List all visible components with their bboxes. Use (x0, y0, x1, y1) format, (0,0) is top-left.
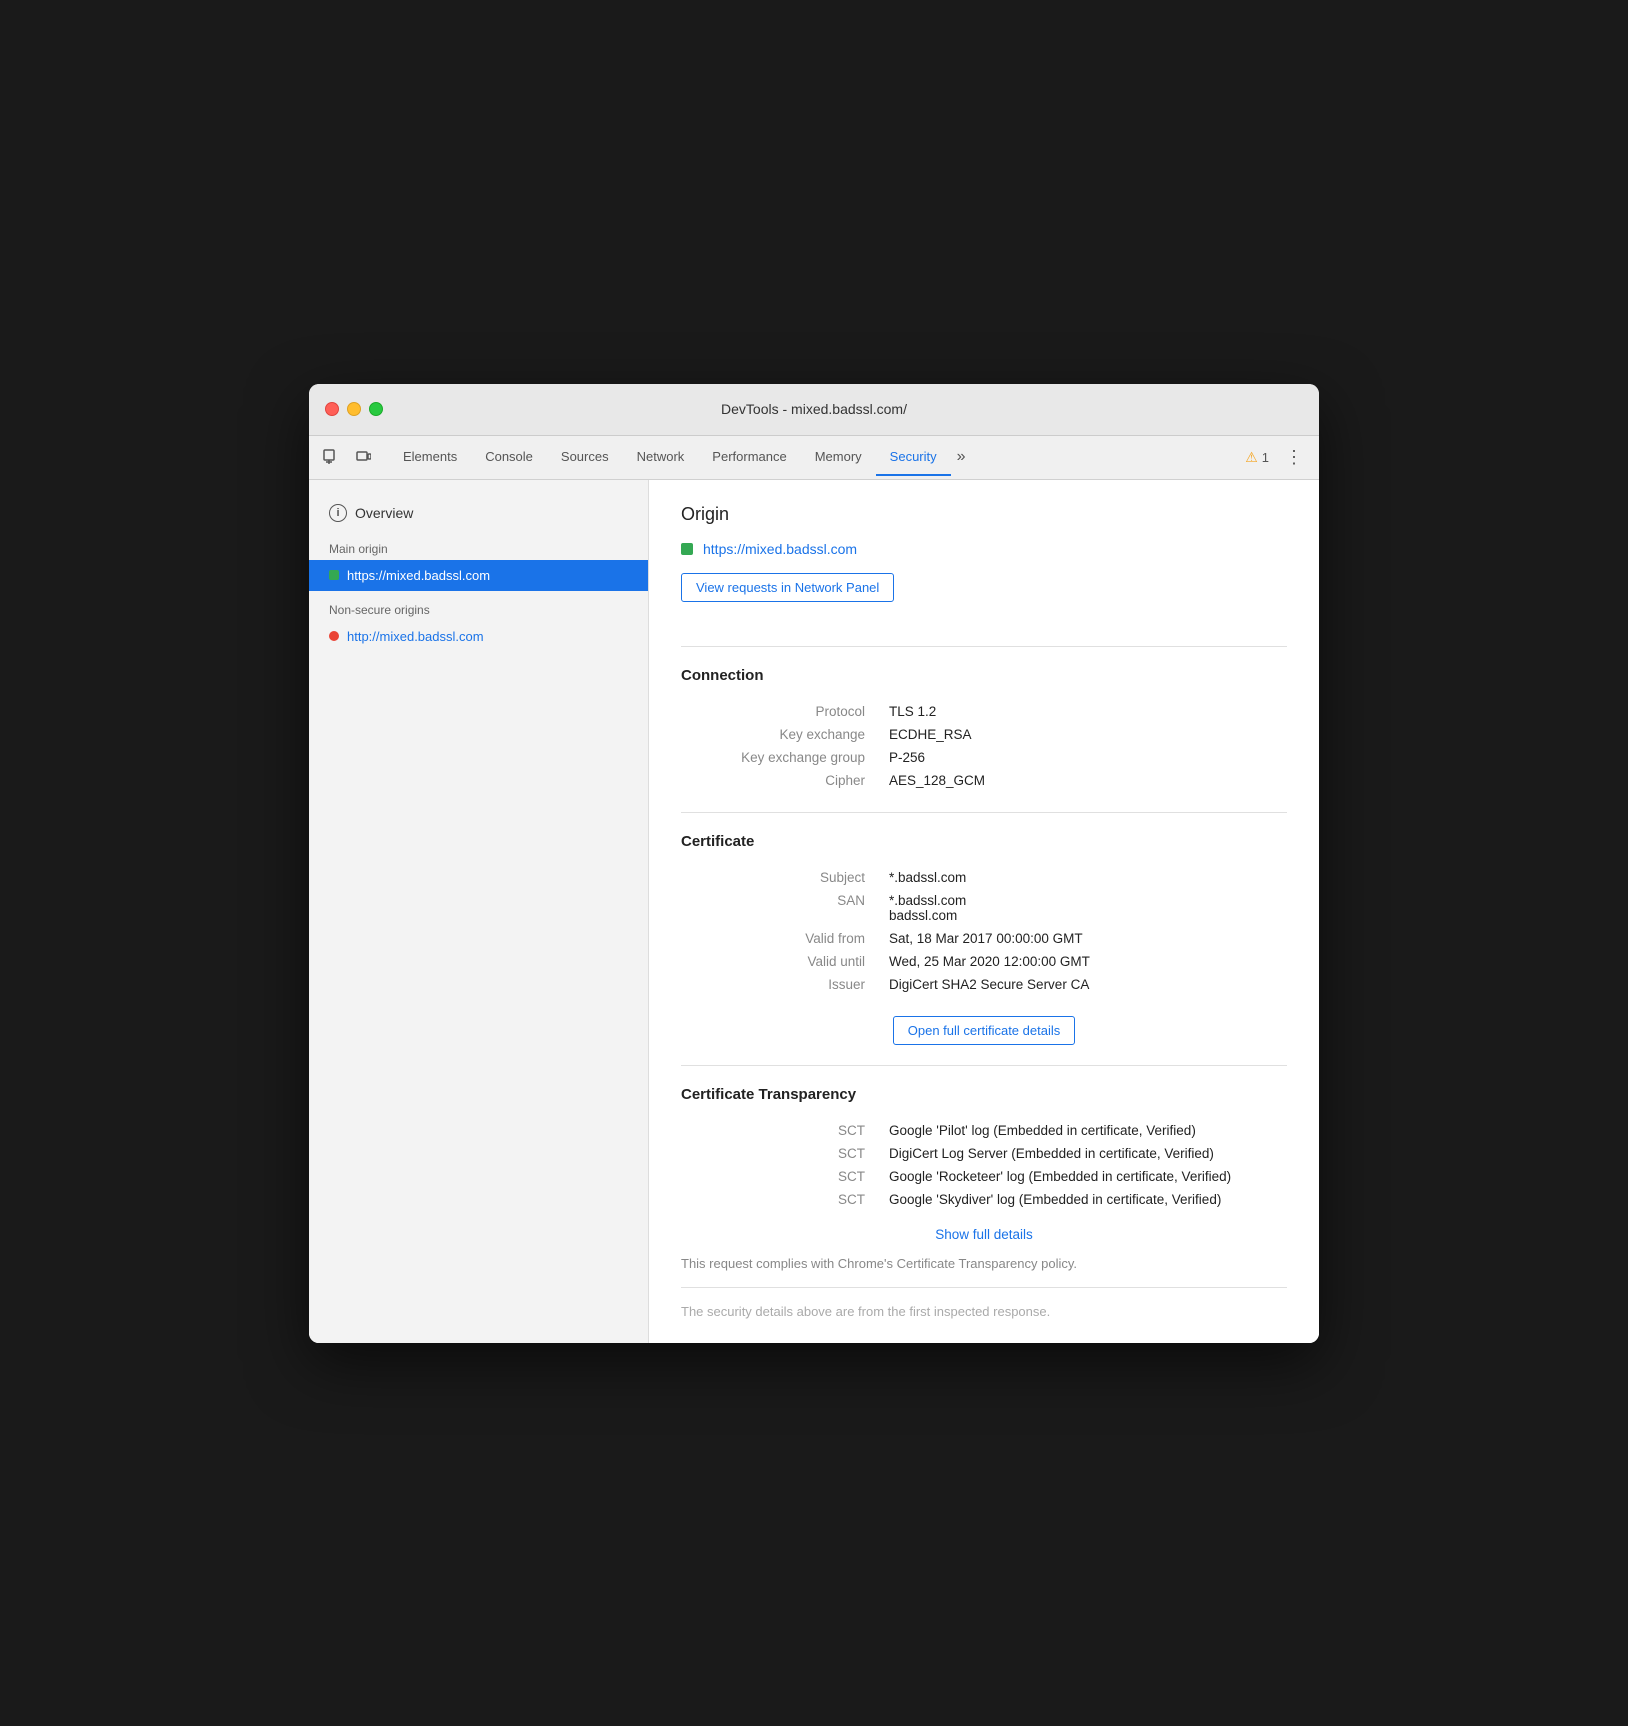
show-full-details-link[interactable]: Show full details (935, 1227, 1033, 1242)
cipher-label: Cipher (681, 769, 881, 792)
devtools-body: i Overview Main origin https://mixed.bad… (309, 480, 1319, 1343)
cipher-value: AES_128_GCM (881, 769, 1287, 792)
table-row: SCT Google 'Skydiver' log (Embedded in c… (681, 1188, 1287, 1211)
connection-table: Protocol TLS 1.2 Key exchange ECDHE_RSA … (681, 700, 1287, 792)
sct-label-4: SCT (681, 1188, 881, 1211)
table-row: Valid from Sat, 18 Mar 2017 00:00:00 GMT (681, 927, 1287, 950)
table-row: Key exchange group P-256 (681, 746, 1287, 769)
tab-security[interactable]: Security (876, 439, 951, 476)
table-row: Cipher AES_128_GCM (681, 769, 1287, 792)
minimize-button[interactable] (347, 402, 361, 416)
tab-console[interactable]: Console (471, 439, 547, 476)
divider-certificate (681, 812, 1287, 813)
inspect-icon[interactable] (317, 443, 345, 471)
valid-until-value: Wed, 25 Mar 2020 12:00:00 GMT (881, 950, 1287, 973)
titlebar: DevTools - mixed.badssl.com/ (309, 384, 1319, 436)
subject-value: *.badssl.com (881, 866, 1287, 889)
subject-label: Subject (681, 866, 881, 889)
origin-header: https://mixed.badssl.com (681, 541, 1287, 557)
valid-until-label: Valid until (681, 950, 881, 973)
key-exchange-group-label: Key exchange group (681, 746, 881, 769)
footer-note: The security details above are from the … (681, 1287, 1287, 1319)
key-exchange-group-value: P-256 (881, 746, 1287, 769)
origin-secure-icon (681, 543, 693, 555)
compliance-note: This request complies with Chrome's Cert… (681, 1256, 1287, 1271)
sidebar: i Overview Main origin https://mixed.bad… (309, 480, 649, 1343)
divider-connection (681, 646, 1287, 647)
issuer-label: Issuer (681, 973, 881, 996)
non-secure-label: Non-secure origins (309, 591, 648, 621)
non-secure-origin-url: http://mixed.badssl.com (347, 629, 484, 644)
table-row: SCT Google 'Rocketeer' log (Embedded in … (681, 1165, 1287, 1188)
main-origin-label: Main origin (309, 530, 648, 560)
secure-origin-dot (329, 570, 339, 580)
warning-icon: ⚠ (1245, 449, 1258, 466)
issuer-value: DigiCert SHA2 Secure Server CA (881, 973, 1287, 996)
san-label: SAN (681, 889, 881, 927)
san-value1: *.badssl.com badssl.com (881, 889, 1287, 927)
view-requests-button[interactable]: View requests in Network Panel (681, 573, 894, 602)
main-origin-url: https://mixed.badssl.com (347, 568, 490, 583)
table-row: Subject *.badssl.com (681, 866, 1287, 889)
connection-heading: Connection (681, 667, 1287, 684)
warning-badge[interactable]: ⚠ 1 (1237, 445, 1277, 470)
sidebar-overview[interactable]: i Overview (309, 496, 648, 530)
tab-memory[interactable]: Memory (801, 439, 876, 476)
protocol-value: TLS 1.2 (881, 700, 1287, 723)
toolbar-icons (317, 443, 377, 471)
tab-network[interactable]: Network (623, 439, 699, 476)
tab-elements[interactable]: Elements (389, 439, 471, 476)
sct-btn-row: Show full details (681, 1219, 1287, 1250)
menu-button[interactable]: ⋮ (1277, 443, 1311, 472)
sct-label-2: SCT (681, 1142, 881, 1165)
sct-value-2: DigiCert Log Server (Embedded in certifi… (881, 1142, 1287, 1165)
open-cert-button[interactable]: Open full certificate details (893, 1016, 1075, 1045)
valid-from-label: Valid from (681, 927, 881, 950)
transparency-table: SCT Google 'Pilot' log (Embedded in cert… (681, 1119, 1287, 1211)
insecure-origin-dot (329, 631, 339, 641)
divider-transparency (681, 1065, 1287, 1066)
origin-title: Origin (681, 504, 1287, 525)
device-icon[interactable] (349, 443, 377, 471)
table-row: SAN *.badssl.com badssl.com (681, 889, 1287, 927)
table-row: SCT Google 'Pilot' log (Embedded in cert… (681, 1119, 1287, 1142)
table-row: Issuer DigiCert SHA2 Secure Server CA (681, 973, 1287, 996)
protocol-label: Protocol (681, 700, 881, 723)
devtools-window: DevTools - mixed.badssl.com/ Elements Co… (309, 384, 1319, 1343)
toolbar: Elements Console Sources Network Perform… (309, 436, 1319, 480)
table-row: SCT DigiCert Log Server (Embedded in cer… (681, 1142, 1287, 1165)
tab-performance[interactable]: Performance (698, 439, 800, 476)
nav-tabs: Elements Console Sources Network Perform… (389, 439, 1237, 476)
window-title: DevTools - mixed.badssl.com/ (721, 401, 907, 417)
non-secure-origin-item[interactable]: http://mixed.badssl.com (309, 621, 648, 652)
table-row: Valid until Wed, 25 Mar 2020 12:00:00 GM… (681, 950, 1287, 973)
certificate-heading: Certificate (681, 833, 1287, 850)
more-tabs-button[interactable]: » (951, 440, 972, 474)
sct-value-1: Google 'Pilot' log (Embedded in certific… (881, 1119, 1287, 1142)
table-row: Key exchange ECDHE_RSA (681, 723, 1287, 746)
main-origin-item[interactable]: https://mixed.badssl.com (309, 560, 648, 591)
traffic-lights (325, 402, 383, 416)
tab-sources[interactable]: Sources (547, 439, 623, 476)
sct-value-3: Google 'Rocketeer' log (Embedded in cert… (881, 1165, 1287, 1188)
main-content: Origin https://mixed.badssl.com View req… (649, 480, 1319, 1343)
info-icon: i (329, 504, 347, 522)
certificate-table: Subject *.badssl.com SAN *.badssl.com ba… (681, 866, 1287, 996)
cert-btn-row: Open full certificate details (681, 1008, 1287, 1045)
sct-label-1: SCT (681, 1119, 881, 1142)
warning-count: 1 (1262, 450, 1269, 465)
key-exchange-value: ECDHE_RSA (881, 723, 1287, 746)
maximize-button[interactable] (369, 402, 383, 416)
overview-label: Overview (355, 505, 413, 521)
transparency-heading: Certificate Transparency (681, 1086, 1287, 1103)
valid-from-value: Sat, 18 Mar 2017 00:00:00 GMT (881, 927, 1287, 950)
sct-label-3: SCT (681, 1165, 881, 1188)
origin-url-link[interactable]: https://mixed.badssl.com (703, 541, 857, 557)
close-button[interactable] (325, 402, 339, 416)
table-row: Protocol TLS 1.2 (681, 700, 1287, 723)
sct-value-4: Google 'Skydiver' log (Embedded in certi… (881, 1188, 1287, 1211)
key-exchange-label: Key exchange (681, 723, 881, 746)
